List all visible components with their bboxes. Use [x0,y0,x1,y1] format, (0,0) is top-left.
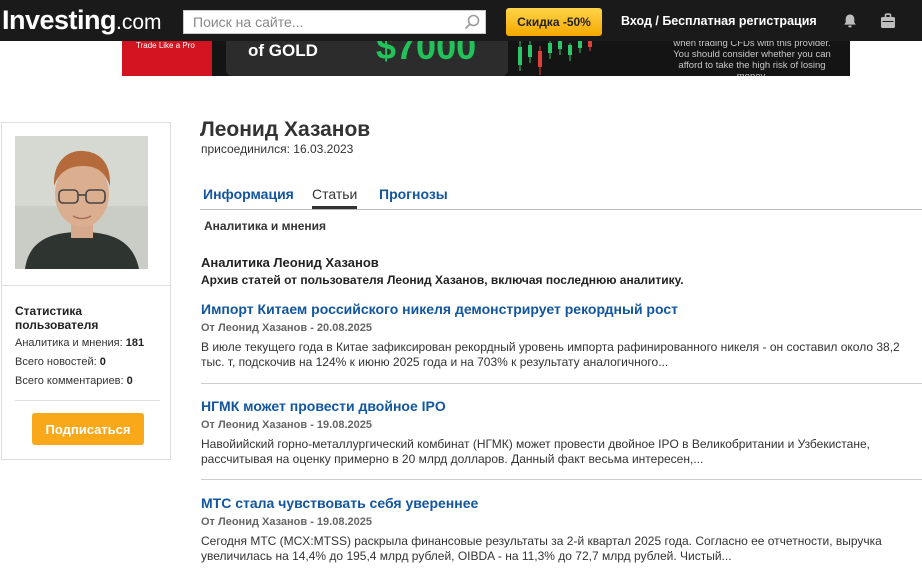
article-snippet: Навойийский горно-металлургический комби… [201,437,870,466]
top-navigation-bar: Investing.com Скидка -50% Вход / Бесплат… [0,0,922,41]
search-box [183,10,486,34]
discount-promo-button[interactable]: Скидка -50% [506,8,602,36]
user-profile-sidebar: Статистика пользователя Аналитика и мнен… [1,122,171,460]
banner-tagline: Trade Like a Pro [136,41,195,50]
subnav-analytics[interactable]: Аналитика и мнения [204,219,326,233]
article-title-link[interactable]: Импорт Китаем российского никеля демонст… [201,301,922,317]
stat-comments: Всего комментариев: 0 [15,375,133,387]
banner-disclaimer: when trading CFDs with this provider. Yo… [673,41,831,76]
search-input[interactable] [184,11,459,33]
section-title: Аналитика Леонид Хазанов [201,255,379,270]
article-meta: От Леонид Хазанов - 20.08.2025 [201,322,372,334]
investing-logo[interactable]: Investing.com [2,4,162,39]
stats-divider [15,400,160,401]
user-stats-title: Статистика пользователя [15,304,99,332]
subscribe-button[interactable]: Подписаться [32,413,144,445]
bell-icon[interactable] [842,13,858,34]
banner-candlestick-chart [518,41,592,75]
article-title-link[interactable]: МТС стала чувствовать себя увереннее [201,495,922,511]
article-meta: От Леонид Хазанов - 19.08.2025 [201,419,372,431]
profile-tabs: Информация Статьи Прогнозы [200,184,922,210]
search-icon[interactable] [459,11,485,33]
profile-name: Леонид Хазанов [200,118,371,141]
article-divider [201,383,922,384]
article-snippet: В июле текущего года в Китае зафиксирова… [201,340,900,369]
article-snippet: Сегодня МТС (MCX:MTSS) раскрыла финансов… [201,534,882,563]
portfolio-briefcase-icon[interactable] [879,12,897,35]
banner-headline: of GOLD [248,41,318,60]
tab-info[interactable]: Информация [203,186,294,208]
list-item: НГМК может провести двойное IPO От Леони… [201,398,922,467]
section-description: Архив статей от пользователя Леонид Хаза… [201,273,684,287]
banner-amount: $7000 [376,41,477,67]
tab-forecasts[interactable]: Прогнозы [379,186,448,208]
banner-headline-block: of GOLD $7000 [226,41,508,76]
list-item: МТС стала чувствовать себя увереннее От … [201,495,922,564]
list-item: Импорт Китаем российского никеля демонст… [201,301,922,370]
stat-analytics: Аналитика и мнения: 181 [15,337,145,349]
sidebar-divider [2,285,170,286]
banner-brand-block: Trade Like a Pro [122,41,212,76]
avatar [15,136,148,269]
article-title-link[interactable]: НГМК может провести двойное IPO [201,398,922,414]
stat-news: Всего новостей: 0 [15,356,106,368]
login-register-link[interactable]: Вход / Бесплатная регистрация [621,14,817,28]
join-date: присоединился: 16.03.2023 [201,142,354,156]
article-divider [201,479,922,480]
tab-articles[interactable]: Статьи [312,186,358,209]
article-meta: От Леонид Хазанов - 19.08.2025 [201,516,372,528]
advertisement-banner[interactable]: Trade Like a Pro of GOLD $7000 when trad… [122,41,850,76]
